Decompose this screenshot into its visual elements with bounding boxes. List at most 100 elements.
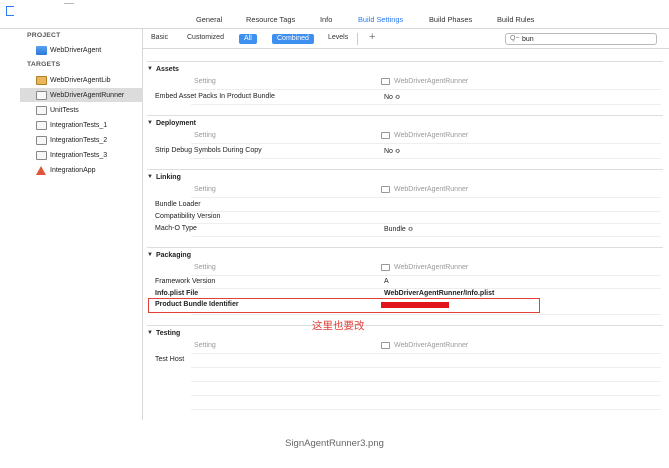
row-divider xyxy=(191,409,661,410)
disclosure-triangle-icon: ▼ xyxy=(147,252,153,258)
target-name: WebDriverAgentRunner xyxy=(394,342,469,349)
filter-all[interactable]: All xyxy=(239,34,257,44)
project-heading: PROJECT xyxy=(27,32,61,39)
row-divider xyxy=(191,353,661,354)
target-name: WebDriverAgentRunner xyxy=(394,264,469,271)
sidebar-item-label: WebDriverAgentRunner xyxy=(50,91,125,99)
editor-tab-bar: General Resource Tags Info Build Setting… xyxy=(0,0,669,29)
filter-basic[interactable]: Basic xyxy=(151,34,168,41)
sidebar-item-label: WebDriverAgentLib xyxy=(50,76,111,84)
setting-row-value[interactable]: No ≎ xyxy=(384,147,401,155)
row-divider xyxy=(191,143,661,144)
target-icon xyxy=(381,78,390,85)
setting-row-label[interactable]: Test Host xyxy=(155,356,184,363)
add-setting-button[interactable]: + xyxy=(369,31,375,43)
setting-column-header: Setting xyxy=(194,264,216,271)
target-column-header: WebDriverAgentRunner xyxy=(381,264,468,271)
sidebar-item-target[interactable]: IntegrationTests_3 xyxy=(20,148,143,162)
setting-row-value[interactable]: Bundle ≎ xyxy=(384,225,414,233)
row-divider xyxy=(191,314,661,315)
section-divider xyxy=(147,169,663,170)
sidebar-item-target[interactable]: UnitTests xyxy=(20,103,143,117)
target-icon xyxy=(381,264,390,271)
tab-build-settings[interactable]: Build Settings xyxy=(358,15,403,24)
section-divider xyxy=(147,115,663,116)
section-title: Assets xyxy=(155,65,179,73)
section-assets[interactable]: ▼ Assets xyxy=(143,63,663,75)
row-divider xyxy=(191,104,661,105)
section-linking[interactable]: ▼ Linking xyxy=(143,171,663,183)
setting-column-header: Setting xyxy=(194,78,216,85)
test-bundle-icon xyxy=(36,120,47,130)
section-divider xyxy=(147,61,663,62)
highlight-box xyxy=(148,298,540,313)
sidebar-item-target[interactable]: IntegrationTests_1 xyxy=(20,118,143,132)
section-testing[interactable]: ▼ Testing xyxy=(143,327,663,339)
test-bundle-icon xyxy=(36,150,47,160)
project-icon xyxy=(36,45,47,55)
setting-row-label[interactable]: Compatibility Version xyxy=(155,213,220,220)
image-caption: SignAgentRunner3.png xyxy=(285,438,384,449)
setting-row-label[interactable]: Mach-O Type xyxy=(155,225,197,232)
setting-column-header: Setting xyxy=(194,342,216,349)
row-divider xyxy=(191,367,661,368)
search-field[interactable]: Q~ xyxy=(505,33,657,45)
section-packaging[interactable]: ▼ Packaging xyxy=(143,249,663,261)
tab-general[interactable]: General xyxy=(196,15,222,24)
setting-row-label[interactable]: Info.plist File xyxy=(155,290,198,297)
setting-row-label[interactable]: Framework Version xyxy=(155,278,215,285)
sidebar-item-label: WebDriverAgent xyxy=(50,46,102,54)
disclosure-triangle-icon: ▼ xyxy=(147,120,153,126)
section-title: Packaging xyxy=(155,251,191,259)
setting-column-header: Setting xyxy=(194,132,216,139)
tab-build-phases[interactable]: Build Phases xyxy=(429,15,472,24)
framework-icon xyxy=(36,75,47,85)
section-divider xyxy=(147,325,663,326)
section-title: Testing xyxy=(155,329,181,337)
disclosure-triangle-icon: ▼ xyxy=(147,66,153,72)
target-name: WebDriverAgentRunner xyxy=(394,78,469,85)
redacted-value-bar[interactable] xyxy=(381,302,449,308)
setting-row-value[interactable]: WebDriverAgentRunner/Info.plist xyxy=(384,290,494,297)
sidebar-item-label: IntegrationApp xyxy=(50,166,96,174)
window-handle xyxy=(64,3,74,4)
section-deployment[interactable]: ▼ Deployment xyxy=(143,117,663,129)
sidebar-item-target-selected[interactable]: WebDriverAgentRunner xyxy=(20,88,143,102)
target-column-header: WebDriverAgentRunner xyxy=(381,186,468,193)
target-column-header: WebDriverAgentRunner xyxy=(381,78,468,85)
sidebar-item-label: IntegrationTests_1 xyxy=(50,121,108,129)
sidebar-item-label: UnitTests xyxy=(50,106,79,114)
setting-row-label[interactable]: Strip Debug Symbols During Copy xyxy=(155,147,262,154)
target-name: WebDriverAgentRunner xyxy=(394,186,469,193)
sidebar-item-target[interactable]: IntegrationTests_2 xyxy=(20,133,143,147)
setting-row-value[interactable]: A xyxy=(384,278,389,285)
target-icon xyxy=(381,132,390,139)
filter-divider xyxy=(357,33,358,45)
row-divider xyxy=(191,197,661,198)
app-icon xyxy=(36,165,46,175)
sidebar-item-target[interactable]: IntegrationApp xyxy=(20,163,143,177)
sidebar-item-target[interactable]: WebDriverAgentLib xyxy=(20,73,143,87)
section-title: Linking xyxy=(155,173,181,181)
setting-column-header: Setting xyxy=(194,186,216,193)
tab-build-rules[interactable]: Build Rules xyxy=(497,15,534,24)
filter-customized[interactable]: Customized xyxy=(187,34,224,41)
navigator-toggle-icon[interactable] xyxy=(6,6,14,16)
row-divider xyxy=(191,288,661,289)
tab-info[interactable]: Info xyxy=(320,15,332,24)
setting-row-value[interactable]: No ≎ xyxy=(384,93,401,101)
filter-combined[interactable]: Combined xyxy=(272,34,314,44)
build-settings-filter-bar: Basic Customized All Combined Levels + Q… xyxy=(143,29,669,49)
filter-levels[interactable]: Levels xyxy=(328,34,348,41)
setting-row-label[interactable]: Bundle Loader xyxy=(155,201,201,208)
row-divider xyxy=(191,89,661,90)
disclosure-triangle-icon: ▼ xyxy=(147,330,153,336)
section-title: Deployment xyxy=(155,119,197,127)
row-divider xyxy=(191,381,661,382)
search-input[interactable] xyxy=(522,35,642,43)
sidebar-item-project[interactable]: WebDriverAgent xyxy=(20,43,143,57)
target-column-header: WebDriverAgentRunner xyxy=(381,342,468,349)
tab-resource-tags[interactable]: Resource Tags xyxy=(246,15,295,24)
row-divider xyxy=(191,211,661,212)
setting-row-label[interactable]: Embed Asset Packs In Product Bundle xyxy=(155,93,275,100)
